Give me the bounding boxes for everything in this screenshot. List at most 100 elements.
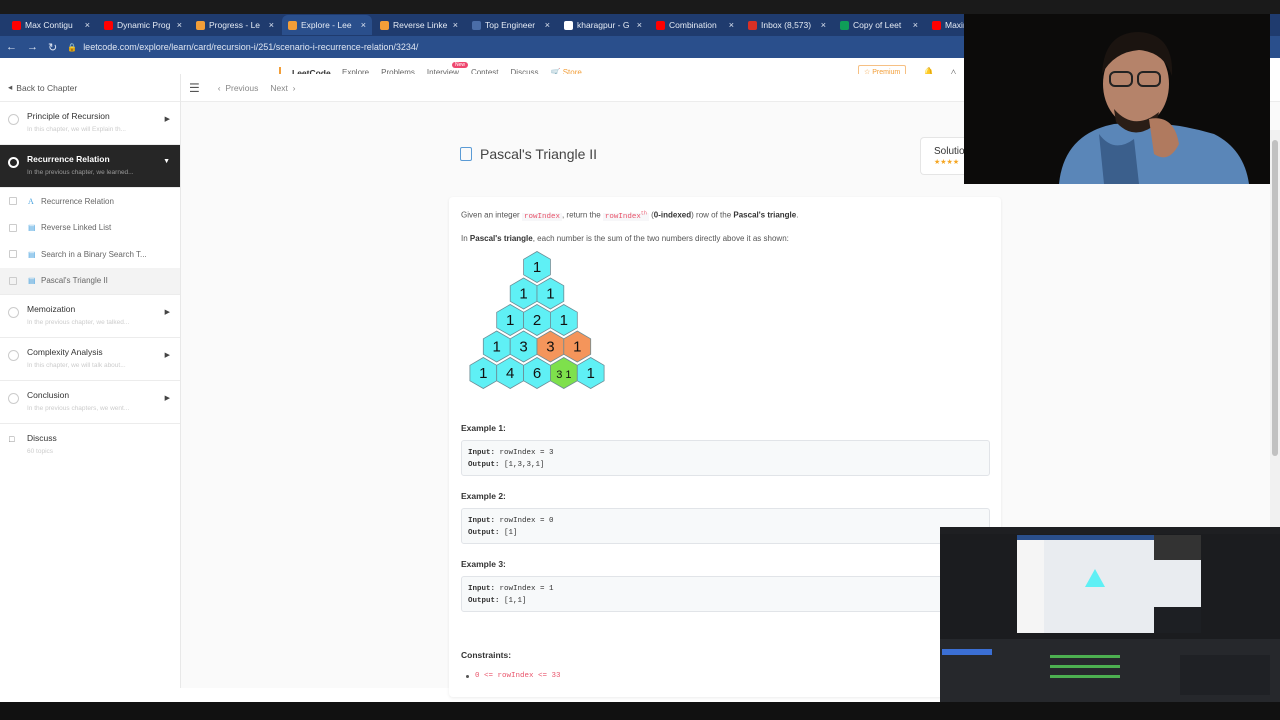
lock-icon: 🔒 — [67, 42, 78, 52]
chapter-subtitle: In the previous chapter, we talked... — [27, 319, 130, 326]
superscript: th — [640, 210, 647, 216]
triangle-value: 2 — [533, 312, 541, 329]
triangle-value: 1 — [587, 365, 595, 382]
chapter-complexity-analysis[interactable]: Complexity Analysis In this chapter, we … — [0, 338, 180, 381]
item-pascals-triangle-ii[interactable]: ▤ Pascal's Triangle II — [0, 267, 180, 294]
bullet-icon — [466, 675, 469, 678]
browser-tab[interactable]: Explore - Lee × — [282, 15, 372, 35]
tab-title: Progress - Le — [209, 20, 261, 30]
browser-tab[interactable]: kharagpur - G × — [558, 15, 648, 35]
item-reverse-linked-list[interactable]: ▤ Reverse Linked List — [0, 215, 180, 242]
browser-tab[interactable]: Progress - Le × — [190, 15, 280, 35]
close-tab-icon[interactable]: × — [361, 20, 366, 30]
constraint-text: 0 <= rowIndex <= 33 — [475, 672, 561, 680]
tab-title: Max Contigu — [25, 20, 73, 30]
problem-description: Given an integer rowIndex, return the ro… — [461, 210, 799, 221]
chapter-conclusion[interactable]: Conclusion In the previous chapters, we … — [0, 381, 180, 424]
close-tab-icon[interactable]: × — [637, 20, 642, 30]
caret-right-icon: ▶ — [164, 116, 170, 123]
favicon-icon — [104, 20, 113, 30]
triangle-value: 1 — [546, 286, 554, 303]
chapter-recurrence-relation[interactable]: Recurrence Relation In the previous chap… — [0, 145, 180, 188]
chapter-memoization[interactable]: Memoization In the previous chapter, we … — [0, 295, 180, 338]
back-arrow-icon[interactable]: ← — [6, 41, 17, 53]
code-val: rowIndex = 3 — [495, 449, 554, 457]
caret-down-icon: ▼ — [163, 158, 170, 165]
chapter-subtitle: In the previous chapter, we learned... — [27, 169, 134, 176]
back-to-chapter-link[interactable]: ◂ Back to Chapter — [0, 74, 180, 102]
close-tab-icon[interactable]: × — [177, 20, 182, 30]
next-button[interactable]: Next › — [270, 83, 295, 93]
checkbox[interactable] — [9, 276, 17, 285]
favicon-icon — [748, 20, 757, 30]
chapter-principle-of-recursion[interactable]: Principle of Recursion In this chapter, … — [0, 102, 180, 145]
code-val: [1] — [499, 529, 518, 537]
page-title: Pascal's Triangle II — [460, 146, 597, 162]
pascal-triangle-figure: 11 11 2 11 3 3 11 4 6 3 11 — [469, 251, 605, 389]
triangle-value: 1 — [560, 312, 568, 329]
problem-card: Given an integer rowIndex, return the ro… — [449, 197, 1001, 697]
bold-text: 0-indexed — [653, 210, 692, 220]
desc-text: ) row of the — [691, 210, 734, 220]
document-icon: ▤ — [28, 223, 36, 233]
triangle-value: 1 — [533, 259, 541, 276]
chapter-subtitle: In this chapter, we will Explain th... — [27, 126, 126, 133]
discuss-link[interactable]: □ Discuss 60 topics — [0, 424, 180, 467]
discuss-subtitle: 60 topics — [27, 448, 54, 455]
reload-icon[interactable]: ↻ — [48, 41, 57, 54]
browser-tab[interactable]: Dynamic Prog × — [98, 15, 188, 35]
caret-right-icon: ▶ — [164, 352, 170, 359]
example-label: Example 1: — [461, 423, 506, 433]
menu-icon[interactable]: ☰ — [189, 81, 200, 95]
chapter-title: Complexity Analysis — [27, 347, 103, 357]
desc-text: Given an integer — [461, 210, 522, 220]
favicon-icon — [380, 20, 389, 30]
favicon-icon — [656, 20, 665, 30]
favicon-icon — [564, 20, 573, 30]
checkbox[interactable] — [9, 223, 17, 232]
scrollbar-thumb[interactable] — [1272, 140, 1278, 456]
tab-title: Copy of Leet — [853, 20, 902, 30]
browser-tab[interactable]: Max Contigu × — [6, 15, 96, 35]
checkbox[interactable] — [9, 250, 17, 258]
item-recurrence-relation[interactable]: A Recurrence Relation — [0, 188, 180, 215]
triangle-value: 6 — [533, 365, 541, 382]
browser-tab[interactable]: Top Engineer × — [466, 15, 556, 35]
constraints-label: Constraints: — [461, 650, 512, 660]
browser-tab[interactable]: Inbox (8,573) × — [742, 15, 832, 35]
tab-title: Dynamic Prog — [117, 20, 171, 30]
browser-tab[interactable]: Copy of Leet × — [834, 15, 924, 35]
close-tab-icon[interactable]: × — [85, 20, 90, 30]
close-tab-icon[interactable]: × — [729, 20, 734, 30]
url-field[interactable]: 🔒 leetcode.com/explore/learn/card/recurs… — [67, 42, 418, 52]
browser-tab[interactable]: Combination × — [650, 15, 740, 35]
close-tab-icon[interactable]: × — [545, 20, 550, 30]
comment-icon: □ — [9, 434, 15, 444]
solution-card[interactable]: Solutio ★★★★ — [920, 137, 970, 175]
next-label: Next — [270, 82, 288, 93]
item-search-in-bst[interactable]: ▤ Search in a Binary Search T... — [0, 241, 180, 268]
chapter-title: Memoization — [27, 304, 76, 314]
new-badge: New — [452, 62, 469, 68]
browser-tab[interactable]: Reverse Linke × — [374, 15, 464, 35]
checkbox[interactable] — [9, 197, 17, 205]
close-tab-icon[interactable]: × — [913, 20, 918, 30]
previous-button[interactable]: ‹ Previous — [218, 83, 259, 93]
code-key: Output: — [468, 461, 500, 469]
desc-text: , each number is the sum of the two numb… — [532, 234, 789, 243]
desc-text: . — [796, 210, 799, 220]
triangle-value: 3 — [519, 339, 527, 356]
caret-right-icon: ▶ — [164, 395, 170, 402]
document-icon: ▤ — [28, 249, 36, 259]
code-val: [1,1] — [499, 597, 527, 605]
close-tab-icon[interactable]: × — [821, 20, 826, 30]
progress-circle-icon — [8, 393, 19, 404]
forward-arrow-icon[interactable]: → — [27, 41, 38, 53]
close-tab-icon[interactable]: × — [453, 20, 458, 30]
close-tab-icon[interactable]: × — [269, 20, 274, 30]
chapter-sidebar: ◂ Back to Chapter Principle of Recursion… — [0, 74, 181, 688]
webcam-person-image — [964, 14, 1270, 184]
triangle-value: 1 — [573, 339, 581, 356]
triangle-value: 1 — [519, 286, 527, 303]
chapter-subtitle: In the previous chapters, we went... — [27, 405, 130, 412]
